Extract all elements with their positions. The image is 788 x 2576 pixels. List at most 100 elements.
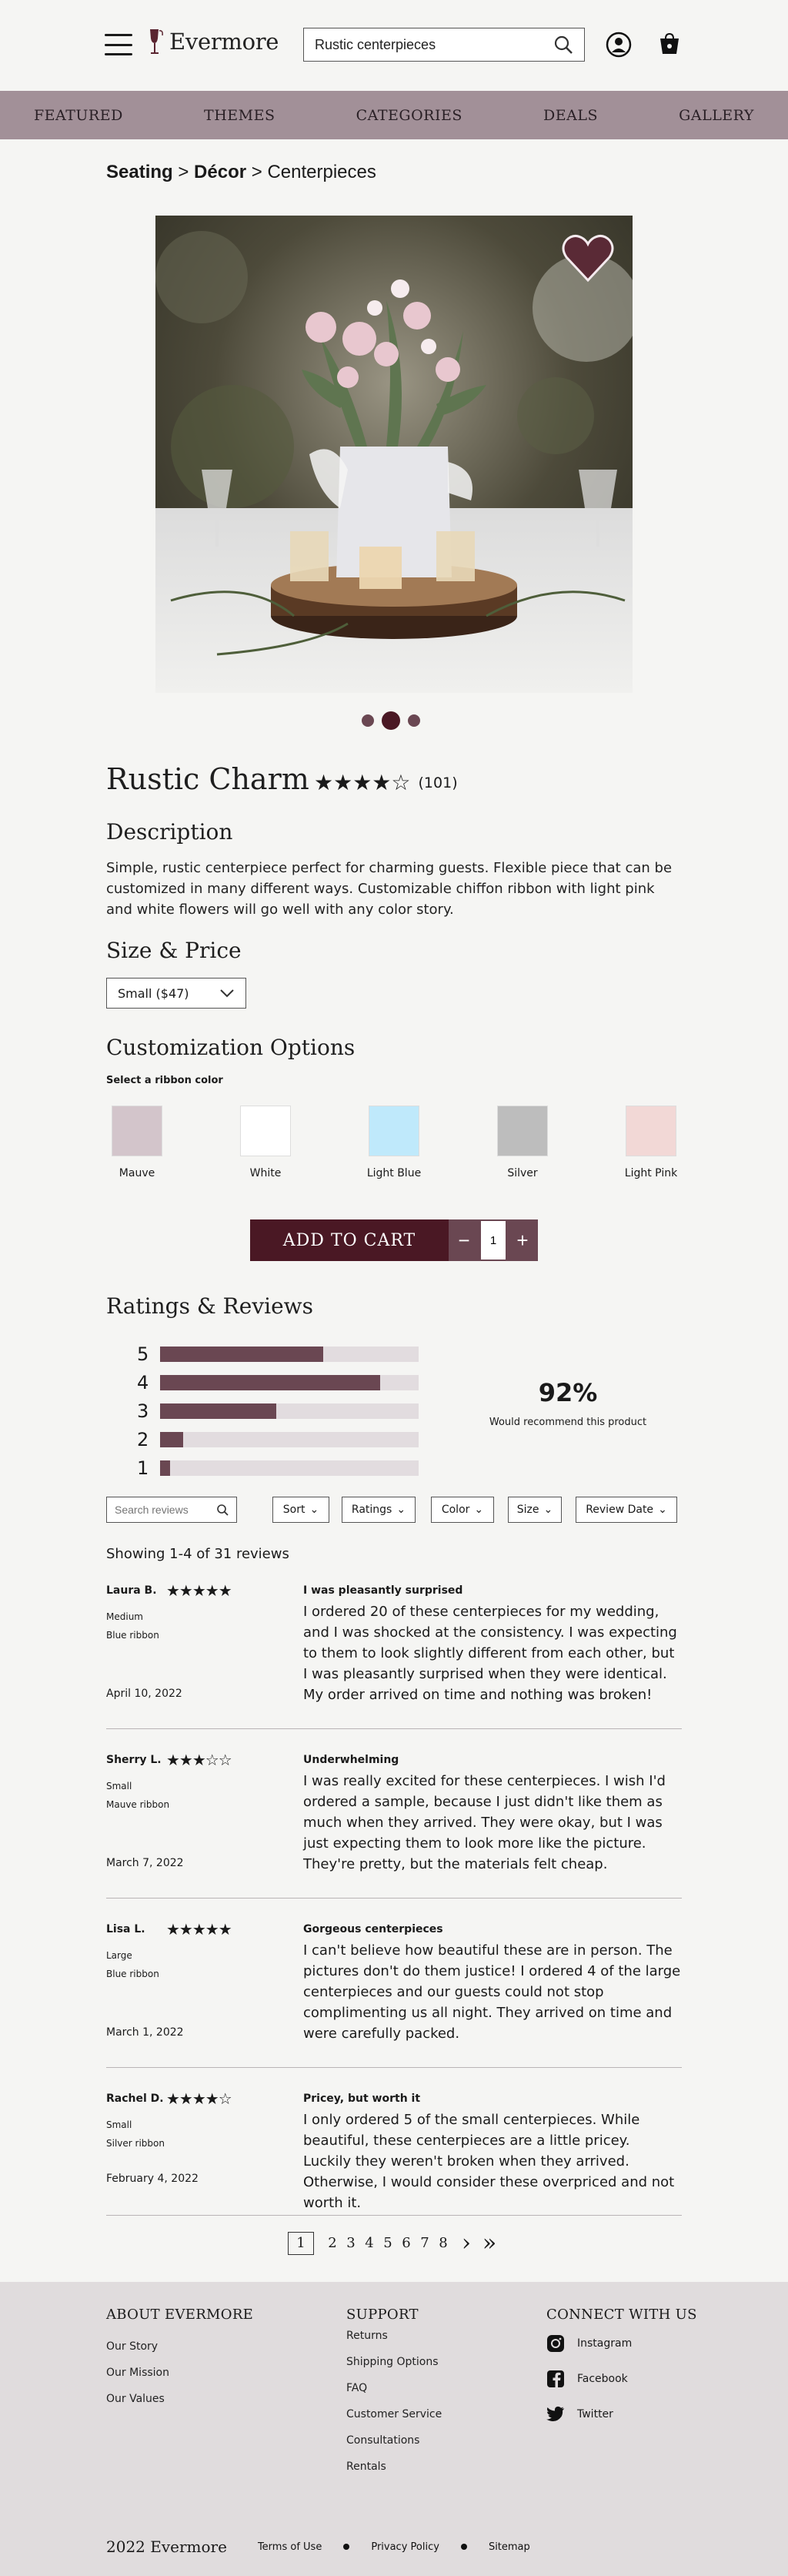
footer-link[interactable]: Our Mission [106,2360,253,2386]
swatch-mauve[interactable]: Mauve [106,1106,168,1179]
rating-bar-row[interactable]: 5 [137,1340,419,1368]
review-search[interactable] [106,1497,237,1523]
review-meta: Medium Blue ribbon [106,1607,159,1644]
sort-dropdown[interactable]: Sort ⌄ [272,1497,329,1523]
review-body: I was really excited for these centerpie… [303,1773,666,1872]
social-twitter[interactable]: Twitter [546,2397,697,2432]
quantity-input[interactable] [479,1219,507,1261]
rating-bar-row[interactable]: 4 [137,1368,419,1397]
social-instagram[interactable]: Instagram [546,2326,697,2361]
swatch-light-pink[interactable]: Light Pink [620,1106,682,1179]
quantity-minus-button[interactable]: − [449,1219,479,1261]
copyright: 2022 Evermore [106,2538,227,2556]
cart-icon[interactable] [656,31,683,59]
rating-bar-row[interactable]: 1 [137,1454,419,1482]
page-link[interactable]: 6 [397,2235,416,2251]
reviewer-name: Laura B. [106,1584,157,1597]
review-date-dropdown[interactable]: Review Date ⌄ [576,1497,677,1523]
swatch-light-blue[interactable]: Light Blue [363,1106,425,1179]
page-link[interactable]: 4 [360,2235,379,2251]
last-page-icon[interactable]: » [480,2230,499,2257]
footer-link[interactable]: FAQ [346,2375,442,2401]
footer-link[interactable]: Our Story [106,2333,253,2360]
rating-bar-track [160,1403,419,1419]
page-current[interactable]: 1 [288,2231,314,2255]
rating-bar-fill [160,1403,277,1419]
review-count-summary: Showing 1-4 of 31 reviews [106,1546,289,1562]
review-count[interactable]: (101) [419,774,458,791]
search-bar[interactable] [303,28,585,62]
footer-link[interactable]: Rentals [346,2454,442,2480]
page-link[interactable]: 8 [434,2235,452,2251]
review-date: March 7, 2022 [106,1857,184,1869]
page-link[interactable]: 7 [416,2235,434,2251]
footer-separator [460,2544,467,2550]
instagram-label: Instagram [577,2337,633,2350]
site-header: Evermore [0,0,788,91]
terms-link[interactable]: Terms of Use [258,2541,322,2553]
rating-bar-fill [160,1431,184,1447]
nav-themes[interactable]: THEMES [204,107,275,124]
carousel-dot-active[interactable] [382,711,400,730]
swatch-white[interactable]: White [235,1106,296,1179]
footer-link[interactable]: Customer Service [346,2401,442,2427]
footer-about-heading: ABOUT EVERMORE [106,2307,254,2323]
nav-gallery[interactable]: GALLERY [679,107,754,124]
rating-bar-row[interactable]: 2 [137,1425,419,1454]
color-dropdown[interactable]: Color ⌄ [431,1497,494,1523]
rating-distribution: 5 4 3 2 1 [137,1340,419,1482]
swatch-box[interactable] [240,1106,291,1156]
footer-link[interactable]: Our Values [106,2386,253,2412]
swatch-box[interactable] [112,1106,162,1156]
privacy-link[interactable]: Privacy Policy [371,2541,439,2553]
swatch-box[interactable] [497,1106,548,1156]
search-icon[interactable] [216,1504,229,1516]
social-facebook[interactable]: Facebook [546,2361,697,2397]
review-stars-icon: ★★★☆☆ [166,1751,232,1769]
add-to-cart-button[interactable]: ADD TO CART [250,1219,449,1261]
review-date-label: Review Date [586,1504,654,1516]
size-select[interactable]: Small ($47) [106,978,246,1009]
breadcrumb-decor[interactable]: Décor [194,162,246,182]
product-rating[interactable]: ★★★★☆ (101) [314,770,458,795]
review-ribbon: Blue ribbon [106,1969,159,1979]
account-icon[interactable] [605,31,633,59]
quantity-plus-button[interactable]: + [507,1219,538,1261]
review-stars-icon: ★★★★★ [166,1920,232,1939]
sitemap-link[interactable]: Sitemap [489,2541,530,2553]
breadcrumb-seating[interactable]: Seating [106,162,173,182]
footer-link[interactable]: Returns [346,2323,442,2349]
review-stars-icon: ★★★★★ [166,1581,232,1600]
favorite-heart-icon[interactable] [560,231,616,286]
size-dropdown[interactable]: Size ⌄ [508,1497,562,1523]
swatch-box[interactable] [369,1106,419,1156]
carousel-dot[interactable] [408,714,420,727]
nav-featured[interactable]: FEATURED [34,107,123,124]
nav-deals[interactable]: DEALS [543,107,598,124]
ratings-heading: Ratings & Reviews [106,1293,314,1319]
swatch-box[interactable] [626,1106,676,1156]
page-link[interactable]: 3 [342,2235,360,2251]
footer-link[interactable]: Consultations [346,2427,442,2454]
search-icon[interactable] [553,35,573,55]
review-title: Underwhelming [303,1754,399,1766]
nav-categories[interactable]: CATEGORIES [356,107,462,124]
page-link[interactable]: 2 [323,2235,342,2251]
page-link[interactable]: 5 [379,2235,397,2251]
next-page-icon[interactable]: › [457,2230,476,2257]
footer-link[interactable]: Shipping Options [346,2349,442,2375]
review-date: February 4, 2022 [106,2173,199,2185]
ratings-dropdown[interactable]: Ratings ⌄ [342,1497,416,1523]
rating-bar-row[interactable]: 3 [137,1397,419,1425]
swatch-silver[interactable]: Silver [492,1106,553,1179]
menu-icon[interactable] [105,34,132,55]
review-search-input[interactable] [115,1504,207,1516]
logo[interactable]: Evermore [148,28,279,55]
search-input[interactable] [315,36,553,53]
footer-bottom: 2022 Evermore Terms of Use Privacy Polic… [106,2538,530,2556]
breadcrumb-separator: > [178,162,189,182]
review-size: Small [106,2119,132,2130]
footer-about: ABOUT EVERMORE Our Story Our Mission Our… [106,2307,253,2412]
swatch-label: White [249,1167,282,1179]
carousel-dot[interactable] [362,714,374,727]
